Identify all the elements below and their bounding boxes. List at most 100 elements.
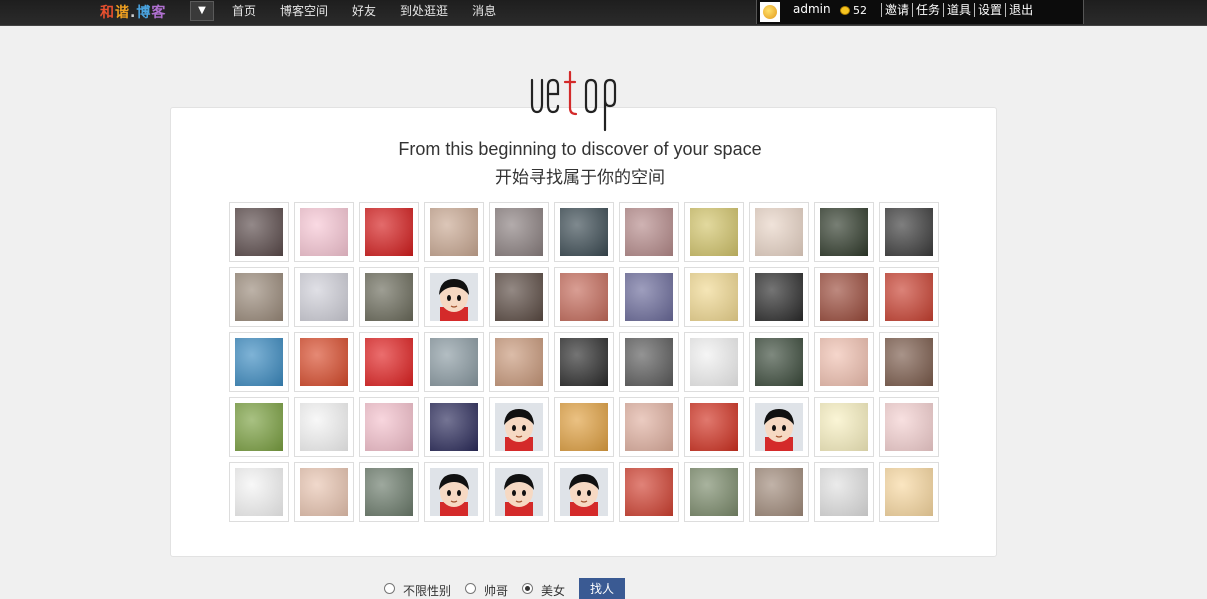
avatar-thumbnail[interactable] — [359, 397, 419, 457]
avatar-thumbnail[interactable] — [684, 202, 744, 262]
avatar-thumbnail[interactable] — [229, 267, 289, 327]
nav-explore[interactable]: 到处逛逛 — [400, 2, 448, 19]
avatar-image — [560, 338, 608, 386]
avatar-thumbnail[interactable] — [814, 462, 874, 522]
avatar-thumbnail[interactable] — [814, 332, 874, 392]
avatar-thumbnail[interactable] — [229, 462, 289, 522]
avatar-image — [755, 208, 803, 256]
radio-male[interactable] — [465, 583, 477, 594]
find-people-button[interactable]: 找人 — [579, 578, 626, 599]
avatar-thumbnail[interactable] — [749, 202, 809, 262]
avatar-thumbnail[interactable] — [554, 267, 614, 327]
avatar-thumbnail[interactable] — [684, 332, 744, 392]
avatar-icon — [763, 5, 777, 19]
avatar-thumbnail[interactable] — [229, 202, 289, 262]
radio-any-gender[interactable] — [384, 583, 395, 594]
avatar-thumbnail[interactable] — [359, 202, 419, 262]
avatar-thumbnail[interactable] — [229, 332, 289, 392]
avatar-image — [560, 273, 608, 321]
avatar-thumbnail[interactable] — [424, 462, 484, 522]
avatar-thumbnail[interactable] — [749, 397, 809, 457]
avatar-thumbnail[interactable] — [879, 202, 939, 262]
avatar-thumbnail[interactable] — [489, 332, 549, 392]
avatar-thumbnail[interactable] — [619, 267, 679, 327]
nav-messages[interactable]: 消息 — [472, 2, 496, 19]
avatar-thumbnail[interactable] — [814, 202, 874, 262]
avatar-thumbnail[interactable] — [359, 332, 419, 392]
avatar-image — [755, 273, 803, 321]
avatar-image — [430, 403, 478, 451]
avatar-thumbnail[interactable] — [424, 332, 484, 392]
avatar-thumbnail[interactable] — [554, 397, 614, 457]
avatar-thumbnail[interactable] — [879, 462, 939, 522]
avatar-thumbnail[interactable] — [879, 267, 939, 327]
avatar-image — [430, 468, 478, 516]
avatar-image — [755, 403, 803, 451]
avatar-image — [560, 403, 608, 451]
avatar-image — [820, 208, 868, 256]
avatar-image — [755, 468, 803, 516]
avatar-image — [235, 468, 283, 516]
avatar-thumbnail[interactable] — [879, 397, 939, 457]
avatar-thumbnail[interactable] — [489, 267, 549, 327]
avatar-thumbnail[interactable] — [684, 462, 744, 522]
link-invite[interactable]: 邀请 — [881, 3, 912, 17]
avatar-thumbnail[interactable] — [684, 397, 744, 457]
tagline-english: From this beginning to discover of your … — [398, 139, 762, 159]
avatar-thumbnail[interactable] — [814, 267, 874, 327]
link-settings[interactable]: 设置 — [974, 3, 1005, 17]
avatar-thumbnail[interactable] — [814, 397, 874, 457]
avatar-image — [495, 208, 543, 256]
avatar-image — [690, 403, 738, 451]
site-logo[interactable]: 和谐.博客 — [100, 2, 166, 22]
avatar-grid — [229, 202, 939, 522]
avatar-thumbnail[interactable] — [424, 397, 484, 457]
avatar-thumbnail[interactable] — [879, 332, 939, 392]
link-tasks[interactable]: 任务 — [912, 3, 943, 17]
nav-blog-space[interactable]: 博客空间 — [280, 2, 328, 19]
site-menu-dropdown-button[interactable]: ▼ — [190, 1, 214, 21]
avatar-thumbnail[interactable] — [424, 267, 484, 327]
avatar-image — [365, 403, 413, 451]
radio-female[interactable] — [522, 583, 534, 594]
username[interactable]: admin — [793, 2, 831, 16]
avatar-thumbnail[interactable] — [749, 462, 809, 522]
avatar-thumbnail[interactable] — [489, 462, 549, 522]
avatar-image — [690, 338, 738, 386]
user-box: admin 52 邀请 任务 道具 设置 退出 — [756, 0, 1084, 24]
nav-friends[interactable]: 好友 — [352, 2, 376, 19]
avatar-thumbnail[interactable] — [489, 397, 549, 457]
avatar-thumbnail[interactable] — [619, 332, 679, 392]
avatar-thumbnail[interactable] — [294, 462, 354, 522]
user-avatar[interactable] — [760, 2, 780, 22]
avatar-image — [885, 338, 933, 386]
avatar-thumbnail[interactable] — [619, 462, 679, 522]
avatar-thumbnail[interactable] — [619, 202, 679, 262]
avatar-thumbnail[interactable] — [489, 202, 549, 262]
avatar-image — [625, 338, 673, 386]
avatar-thumbnail[interactable] — [554, 202, 614, 262]
avatar-image — [430, 338, 478, 386]
nav-home[interactable]: 首页 — [232, 2, 256, 19]
avatar-thumbnail[interactable] — [294, 202, 354, 262]
avatar-thumbnail[interactable] — [619, 397, 679, 457]
chevron-down-icon: ▼ — [198, 5, 206, 16]
avatar-thumbnail[interactable] — [424, 202, 484, 262]
avatar-image — [300, 403, 348, 451]
logo-char: 和 — [100, 5, 115, 21]
avatar-image — [365, 338, 413, 386]
link-items[interactable]: 道具 — [943, 3, 974, 17]
avatar-thumbnail[interactable] — [554, 462, 614, 522]
avatar-thumbnail[interactable] — [554, 332, 614, 392]
avatar-thumbnail[interactable] — [684, 267, 744, 327]
avatar-thumbnail[interactable] — [229, 397, 289, 457]
avatar-thumbnail[interactable] — [294, 397, 354, 457]
avatar-thumbnail[interactable] — [294, 332, 354, 392]
avatar-thumbnail[interactable] — [749, 267, 809, 327]
avatar-thumbnail[interactable] — [294, 267, 354, 327]
avatar-thumbnail[interactable] — [359, 267, 419, 327]
avatar-image — [495, 468, 543, 516]
avatar-thumbnail[interactable] — [359, 462, 419, 522]
link-logout[interactable]: 退出 — [1005, 3, 1036, 17]
avatar-thumbnail[interactable] — [749, 332, 809, 392]
